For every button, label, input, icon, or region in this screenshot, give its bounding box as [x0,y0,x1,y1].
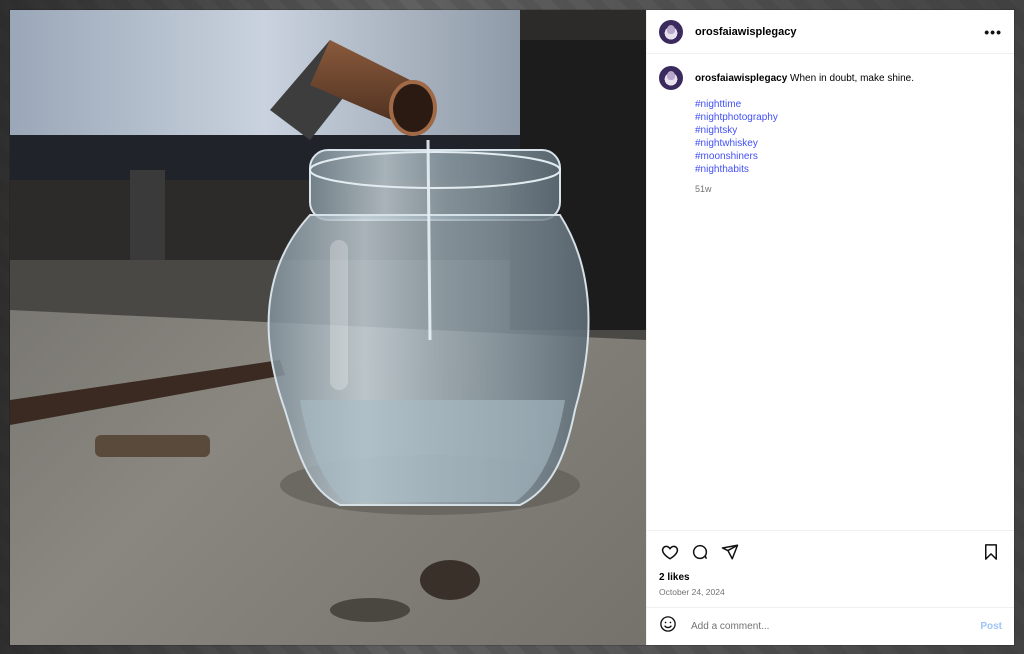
emoji-icon[interactable] [659,615,677,638]
hashtag-link[interactable]: #nightphotography [695,111,914,124]
hashtag-link[interactable]: #nightwhiskey [695,137,914,150]
more-options-button[interactable]: ••• [984,24,1002,40]
caption-row: orosfaiawisplegacy When in doubt, make s… [659,66,1002,196]
heart-icon[interactable] [659,541,681,563]
bookmark-icon[interactable] [980,541,1002,563]
action-icons-row [659,541,1002,563]
hashtag-link[interactable]: #nightsky [695,124,914,137]
caption-body: orosfaiawisplegacy When in doubt, make s… [695,66,914,196]
avatar[interactable] [659,66,683,90]
post-date: October 24, 2024 [659,587,725,597]
hashtag-link[interactable]: #nighthabits [695,163,914,176]
caption-line: orosfaiawisplegacy When in doubt, make s… [695,66,914,85]
post-header: orosfaiawisplegacy ••• [647,10,1014,54]
hashtag-list: #nighttime #nightphotography #nightsky #… [695,98,914,176]
post-side-panel: orosfaiawisplegacy ••• orosfaiawisplegac… [646,10,1014,645]
post-actions: 2 likes October 24, 2024 [647,530,1014,607]
avatar[interactable] [659,19,683,44]
hashtag-link[interactable]: #nighttime [695,98,914,111]
post-comment-button[interactable]: Post [980,621,1002,632]
comments-area: orosfaiawisplegacy When in doubt, make s… [647,54,1014,530]
post-modal: orosfaiawisplegacy ••• orosfaiawisplegac… [10,10,1014,645]
likes-count[interactable]: 2 likes [659,572,1002,583]
jar-photo-illustration [10,10,646,645]
comment-icon[interactable] [689,541,711,563]
header-username[interactable]: orosfaiawisplegacy [695,26,797,38]
caption-text: When in doubt, make shine. [790,73,915,84]
comment-input[interactable] [689,620,981,633]
post-photo [10,10,646,645]
share-icon[interactable] [719,541,741,563]
hashtag-link[interactable]: #moonshiners [695,150,914,163]
caption-username[interactable]: orosfaiawisplegacy [695,73,787,84]
add-comment-bar: Post [647,607,1014,645]
caption-time-ago[interactable]: 51w [695,183,914,196]
